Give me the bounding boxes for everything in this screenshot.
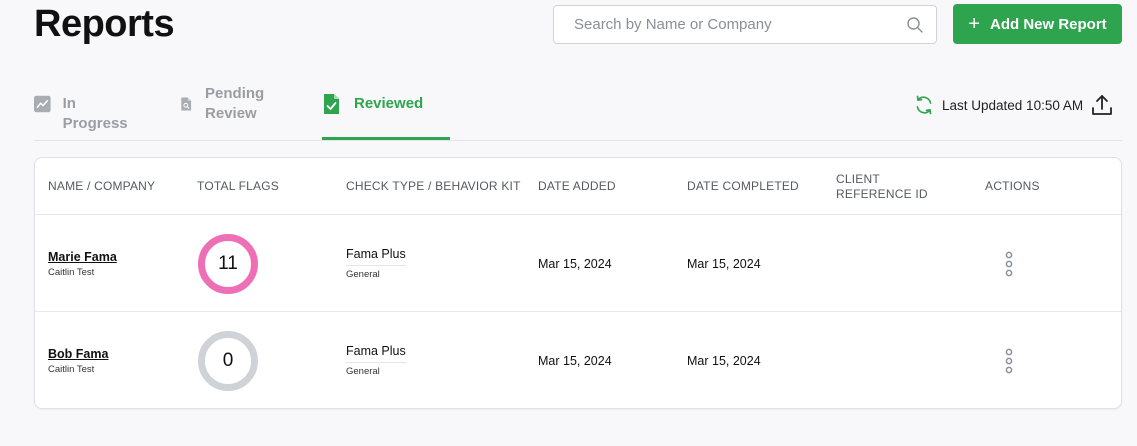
tab-in-progress[interactable]: In Progress xyxy=(34,82,131,140)
behavior-kit: General xyxy=(346,265,406,280)
table-header: NAME / COMPANY TOTAL FLAGS CHECK TYPE / … xyxy=(35,158,1121,215)
export-upload-icon[interactable] xyxy=(1090,93,1114,117)
actions-cell xyxy=(1003,312,1023,408)
refresh-icon[interactable] xyxy=(914,95,934,115)
flags-count: 0 xyxy=(222,349,234,371)
tab-pending-review-label: Pending Review xyxy=(205,85,265,122)
tabs-divider xyxy=(34,140,1122,141)
flags-count: 11 xyxy=(218,252,238,274)
actions-cell xyxy=(1003,215,1023,312)
search-input[interactable] xyxy=(554,6,894,43)
tab-pending-review[interactable]: Pending Review xyxy=(180,82,280,140)
date-completed-cell: Mar 15, 2024 xyxy=(687,215,827,312)
name-company-cell: Marie Fama Caitlin Test xyxy=(48,215,188,312)
client-reference-id-cell xyxy=(836,312,956,408)
check-type-cell: Fama Plus General xyxy=(346,312,526,408)
document-search-icon xyxy=(181,97,192,111)
tab-in-progress-label: In Progress xyxy=(62,95,128,132)
date-completed: Mar 15, 2024 xyxy=(687,256,761,271)
page-title: Reports xyxy=(34,3,175,45)
column-header-total-flags[interactable]: TOTAL FLAGS xyxy=(197,158,337,215)
date-added-cell: Mar 15, 2024 xyxy=(538,312,678,408)
behavior-kit: General xyxy=(346,362,406,377)
flags-ring: 0 xyxy=(197,330,259,392)
company-name: Caitlin Test xyxy=(48,266,95,278)
trend-chart-icon xyxy=(34,95,51,113)
search-icon[interactable] xyxy=(906,16,924,34)
date-added: Mar 15, 2024 xyxy=(538,353,612,368)
column-header-client-reference-id[interactable]: CLIENT REFERENCE ID xyxy=(836,158,956,215)
date-added-cell: Mar 15, 2024 xyxy=(538,215,678,312)
flags-ring: 11 xyxy=(197,233,259,295)
column-header-date-added[interactable]: DATE ADDED xyxy=(538,158,678,215)
last-updated-status: Last Updated 10:50 AM xyxy=(914,94,1083,116)
more-actions-icon[interactable] xyxy=(1003,348,1015,374)
check-type-cell: Fama Plus General xyxy=(346,215,526,312)
column-header-actions: ACTIONS xyxy=(985,179,1040,193)
check-type: Fama Plus xyxy=(346,247,406,261)
reports-table: NAME / COMPANY TOTAL FLAGS CHECK TYPE / … xyxy=(34,157,1122,409)
report-name-link[interactable]: Marie Fama xyxy=(48,250,188,264)
name-company-cell: Bob Fama Caitlin Test xyxy=(48,312,188,408)
total-flags-cell: 11 xyxy=(197,215,337,312)
add-new-report-button[interactable]: + Add New Report xyxy=(953,4,1122,44)
report-name-link[interactable]: Bob Fama xyxy=(48,347,188,361)
more-actions-icon[interactable] xyxy=(1003,251,1015,277)
document-check-icon xyxy=(324,94,339,114)
table-row[interactable]: Marie Fama Caitlin Test 11 Fama Plus Gen… xyxy=(35,215,1121,312)
company-name: Caitlin Test xyxy=(48,363,95,375)
table-row[interactable]: Bob Fama Caitlin Test 0 Fama Plus Genera… xyxy=(35,312,1121,408)
tab-reviewed[interactable]: Reviewed xyxy=(322,82,450,140)
date-added: Mar 15, 2024 xyxy=(538,256,612,271)
column-header-check-type[interactable]: CHECK TYPE / BEHAVIOR KIT xyxy=(346,158,526,215)
client-reference-id-cell xyxy=(836,215,956,312)
tab-reviewed-label: Reviewed xyxy=(354,95,424,112)
date-completed: Mar 15, 2024 xyxy=(687,353,761,368)
last-updated-text: Last Updated 10:50 AM xyxy=(942,97,1084,113)
total-flags-cell: 0 xyxy=(197,312,337,408)
add-new-report-label: Add New Report xyxy=(990,15,1107,33)
column-header-date-completed[interactable]: DATE COMPLETED xyxy=(687,158,827,215)
check-type: Fama Plus xyxy=(346,344,406,358)
column-header-name-company[interactable]: NAME / COMPANY xyxy=(48,158,188,215)
plus-icon: + xyxy=(968,13,980,35)
search-box xyxy=(553,5,937,44)
date-completed-cell: Mar 15, 2024 xyxy=(687,312,827,408)
